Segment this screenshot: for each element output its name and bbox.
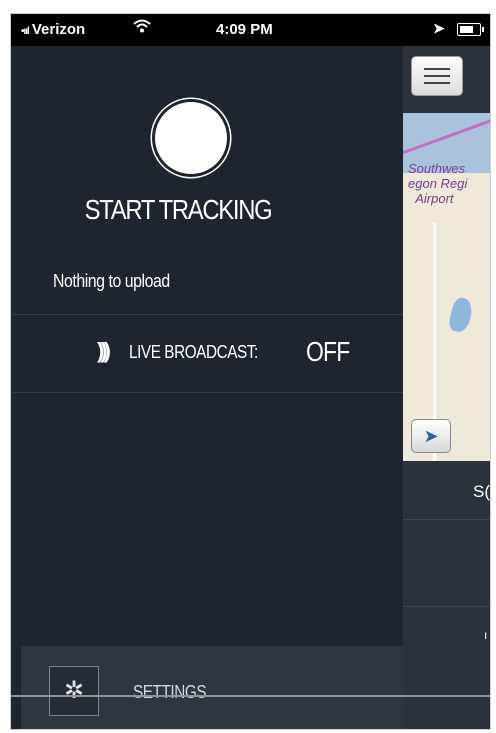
map-lake <box>446 295 476 335</box>
live-broadcast-toggle[interactable]: ))) LIVE BROADCAST: OFF <box>11 336 403 378</box>
navigation-arrow-icon: ➤ <box>423 426 439 446</box>
location-arrow-icon: ➤ <box>433 20 445 36</box>
battery-icon <box>457 23 484 36</box>
gear-icon: ✲ <box>49 666 99 716</box>
status-bar: •ııl Verizon 4:09 PM ➤ <box>11 14 490 46</box>
status-time: 4:09 PM <box>216 21 273 38</box>
settings-label: SETTINGS <box>133 682 207 702</box>
carrier-indicator: •ııl Verizon <box>21 21 85 38</box>
live-broadcast-value: OFF <box>306 336 350 367</box>
settings-button[interactable]: ✲ SETTINGS <box>21 646 403 729</box>
side-menu: START TRACKING Nothing to upload ))) LIV… <box>11 46 403 729</box>
signal-bars-icon: •ııl <box>21 26 30 37</box>
broadcast-icon: ))) <box>97 338 111 363</box>
live-broadcast-label: LIVE BROADCAST: <box>129 342 258 362</box>
hamburger-line <box>424 68 450 70</box>
locate-me-button[interactable]: ➤ <box>411 419 451 453</box>
divider <box>403 606 490 607</box>
map-place-label: Southwes egon Regi Airport <box>408 161 468 206</box>
map-view[interactable]: Southwes egon Regi Airport <box>403 113 490 461</box>
phone-screen: •ııl Verizon 4:09 PM ➤ Southwes egon Regi … <box>10 13 491 730</box>
upload-status: Nothing to upload <box>53 271 170 291</box>
hamburger-menu-button[interactable] <box>411 56 463 96</box>
carrier-name: Verizon <box>31 21 86 38</box>
divider <box>11 392 403 393</box>
main-panel: Southwes egon Regi Airport ➤ S( ı <box>403 46 490 729</box>
hamburger-line <box>424 82 450 84</box>
start-tracking-button[interactable] <box>155 102 227 174</box>
divider <box>403 519 490 520</box>
main-panel-mark: ı <box>484 628 488 642</box>
wifi-icon <box>133 19 151 38</box>
divider <box>11 314 403 315</box>
bottom-divider <box>11 695 490 697</box>
main-panel-label: S( <box>473 482 490 501</box>
battery-level <box>460 26 473 33</box>
hamburger-line <box>424 75 450 77</box>
tracking-label[interactable]: START TRACKING <box>36 194 320 226</box>
